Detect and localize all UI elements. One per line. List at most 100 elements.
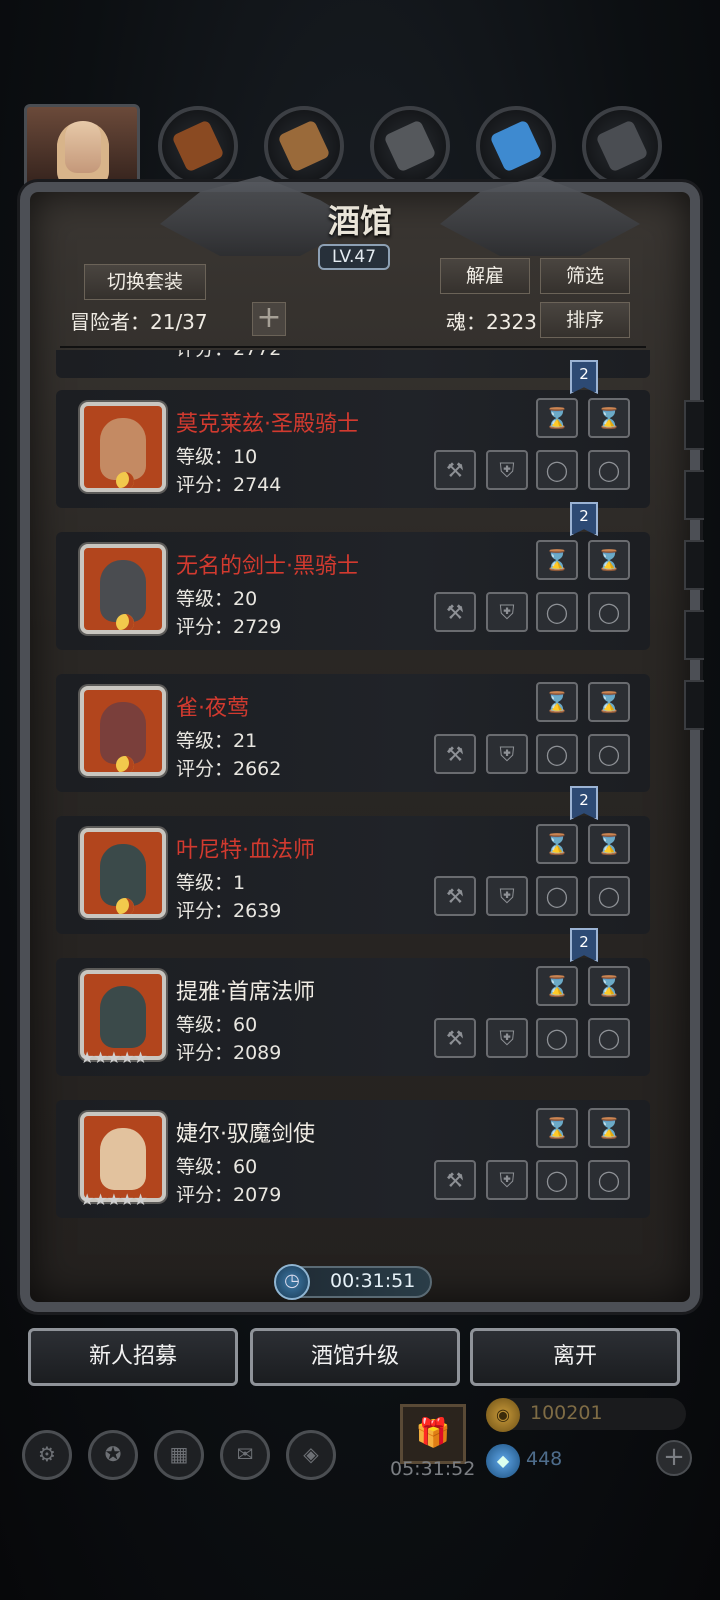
grid-icon[interactable]: ▦ bbox=[154, 1430, 204, 1480]
moon-icon bbox=[116, 756, 134, 772]
hourglass-icon[interactable]: ⌛ bbox=[588, 398, 630, 438]
ring-icon[interactable]: ◯ bbox=[588, 592, 630, 632]
adventurer-name: 叶尼特·血法师 bbox=[176, 838, 315, 863]
adventurer-score: 评分：2744 bbox=[176, 474, 282, 496]
side-tab[interactable] bbox=[684, 540, 704, 590]
hammer-icon[interactable]: ⚒ bbox=[434, 1160, 476, 1200]
hourglass-icon[interactable]: ⌛ bbox=[588, 1108, 630, 1148]
adventurer-score: 评分：2089 bbox=[176, 1042, 282, 1064]
list-item[interactable]: ★★★★★ 提雅·首席法师 等级：60 评分：2089 ⌛ ⌛ ⚒ ⛨ ◯ ◯ 2 bbox=[56, 928, 650, 1076]
ring-icon[interactable]: ◯ bbox=[588, 1160, 630, 1200]
armor-icon[interactable]: ⛨ bbox=[486, 1160, 528, 1200]
recruit-button[interactable]: 新人招募 bbox=[28, 1328, 238, 1386]
armor-icon[interactable]: ⛨ bbox=[486, 592, 528, 632]
settings-icon[interactable]: ⚙ bbox=[22, 1430, 72, 1480]
hourglass-icon[interactable]: ⌛ bbox=[536, 682, 578, 722]
hourglass-icon[interactable]: ⌛ bbox=[588, 824, 630, 864]
crystal-resource-icon[interactable] bbox=[476, 106, 556, 186]
adventurer-list[interactable]: 评分：2772 莫克莱兹·圣殿骑士等级：10评分：2744⌛⌛⚒⛨◯◯2无名的剑… bbox=[56, 350, 650, 1250]
rank-flag: 2 bbox=[570, 360, 598, 394]
add-capacity-button[interactable]: + bbox=[252, 302, 286, 336]
adventurer-portrait bbox=[80, 828, 166, 918]
switch-outfit-button[interactable]: 切换套装 bbox=[84, 264, 206, 300]
list-item[interactable]: 无名的剑士·黑骑士 等级：20 评分：2729 ⌛ ⌛ ⚒ ⛨ ◯ ◯ 2 bbox=[56, 502, 650, 650]
ring-icon[interactable]: ◯ bbox=[536, 450, 578, 490]
rank-flag: 2 bbox=[570, 502, 598, 536]
armor-icon[interactable]: ⛨ bbox=[486, 876, 528, 916]
ring-icon[interactable]: ◯ bbox=[536, 592, 578, 632]
hammer-icon[interactable]: ⚒ bbox=[434, 734, 476, 774]
star-rating: ★★★★★ bbox=[80, 1190, 148, 1209]
ring-icon[interactable]: ◯ bbox=[536, 1160, 578, 1200]
adventurer-score: 评分：2662 bbox=[176, 758, 282, 780]
adventurer-level: 等级：1 bbox=[176, 872, 246, 894]
adventurer-name: 提雅·首席法师 bbox=[176, 980, 315, 1005]
filter-button[interactable]: 筛选 bbox=[540, 258, 630, 294]
star-icon[interactable]: ✪ bbox=[88, 1430, 138, 1480]
clock-icon: ◷ bbox=[274, 1264, 310, 1300]
adventurer-score: 评分：2079 bbox=[176, 1184, 282, 1206]
gift-timer: 05:31:52 bbox=[390, 1458, 476, 1480]
adventurer-level: 等级：60 bbox=[176, 1014, 258, 1036]
hammer-icon[interactable]: ⚒ bbox=[434, 876, 476, 916]
side-tab[interactable] bbox=[684, 680, 704, 730]
ring-icon[interactable]: ◯ bbox=[588, 876, 630, 916]
armor-icon[interactable]: ⛨ bbox=[486, 734, 528, 774]
armor-icon[interactable]: ⛨ bbox=[486, 450, 528, 490]
dismiss-button[interactable]: 解雇 bbox=[440, 258, 530, 294]
star-rating: ★★★★★ bbox=[80, 1048, 148, 1067]
gift-icon[interactable]: 🎁 bbox=[400, 1404, 466, 1464]
rank-flag: 2 bbox=[570, 928, 598, 962]
hourglass-icon[interactable]: ⌛ bbox=[588, 966, 630, 1006]
ring-icon[interactable]: ◯ bbox=[536, 734, 578, 774]
adventurer-level: 等级：10 bbox=[176, 446, 258, 468]
hammer-icon[interactable]: ⚒ bbox=[434, 450, 476, 490]
adventurer-portrait bbox=[80, 970, 166, 1060]
gold-coin-icon: ◉ bbox=[486, 1398, 520, 1432]
hourglass-icon[interactable]: ⌛ bbox=[536, 540, 578, 580]
ring-icon[interactable]: ◯ bbox=[588, 734, 630, 774]
iron-resource-icon[interactable] bbox=[370, 106, 450, 186]
moon-icon bbox=[116, 614, 134, 630]
map-icon[interactable]: ◈ bbox=[286, 1430, 336, 1480]
list-item[interactable]: 雀·夜莺 等级：21 评分：2662 ⌛ ⌛ ⚒ ⛨ ◯ ◯ bbox=[56, 674, 650, 792]
hourglass-icon[interactable]: ⌛ bbox=[536, 966, 578, 1006]
adventurer-count: 冒险者：21/37 bbox=[70, 310, 208, 334]
side-tab[interactable] bbox=[684, 400, 704, 450]
ring-icon[interactable]: ◯ bbox=[536, 876, 578, 916]
adventurer-portrait bbox=[80, 544, 166, 634]
add-currency-button[interactable]: + bbox=[656, 1440, 692, 1476]
hourglass-icon[interactable]: ⌛ bbox=[536, 824, 578, 864]
hammer-icon[interactable]: ⚒ bbox=[434, 1018, 476, 1058]
tavern-level-badge: LV.47 bbox=[318, 244, 390, 270]
list-item[interactable]: 叶尼特·血法师 等级：1 评分：2639 ⌛ ⌛ ⚒ ⛨ ◯ ◯ 2 bbox=[56, 786, 650, 934]
leave-button[interactable]: 离开 bbox=[470, 1328, 680, 1386]
leather-resource-icon[interactable] bbox=[158, 106, 238, 186]
wood-resource-icon[interactable] bbox=[264, 106, 344, 186]
dark-ingot-resource-icon[interactable] bbox=[582, 106, 662, 186]
ring-icon[interactable]: ◯ bbox=[588, 1018, 630, 1058]
adventurer-portrait bbox=[80, 686, 166, 776]
list-item[interactable]: 评分：2772 bbox=[56, 350, 650, 378]
adventurer-level: 等级：21 bbox=[176, 730, 258, 752]
hourglass-icon[interactable]: ⌛ bbox=[536, 1108, 578, 1148]
timer-text: 00:31:51 bbox=[330, 1270, 416, 1292]
side-tab[interactable] bbox=[684, 610, 704, 660]
adventurer-level: 等级：60 bbox=[176, 1156, 258, 1178]
sort-button[interactable]: 排序 bbox=[540, 302, 630, 338]
list-item[interactable]: ★★★★★ 婕尔·驭魔剑使 等级：60 评分：2079 ⌛ ⌛ ⚒ ⛨ ◯ ◯ bbox=[56, 1100, 650, 1218]
side-tab[interactable] bbox=[684, 470, 704, 520]
hammer-icon[interactable]: ⚒ bbox=[434, 592, 476, 632]
list-item[interactable]: 莫克莱兹·圣殿骑士 等级：10 评分：2744 ⌛ ⌛ ⚒ ⛨ ◯ ◯ 2 bbox=[56, 360, 650, 508]
moon-icon bbox=[116, 472, 134, 488]
hourglass-icon[interactable]: ⌛ bbox=[536, 398, 578, 438]
armor-icon[interactable]: ⛨ bbox=[486, 1018, 528, 1058]
hourglass-icon[interactable]: ⌛ bbox=[588, 682, 630, 722]
mail-icon[interactable]: ✉ bbox=[220, 1430, 270, 1480]
adventurer-name: 婕尔·驭魔剑使 bbox=[176, 1122, 315, 1147]
hourglass-icon[interactable]: ⌛ bbox=[588, 540, 630, 580]
ring-icon[interactable]: ◯ bbox=[588, 450, 630, 490]
tavern-upgrade-button[interactable]: 酒馆升级 bbox=[250, 1328, 460, 1386]
gold-amount: 100201 bbox=[530, 1402, 603, 1424]
ring-icon[interactable]: ◯ bbox=[536, 1018, 578, 1058]
